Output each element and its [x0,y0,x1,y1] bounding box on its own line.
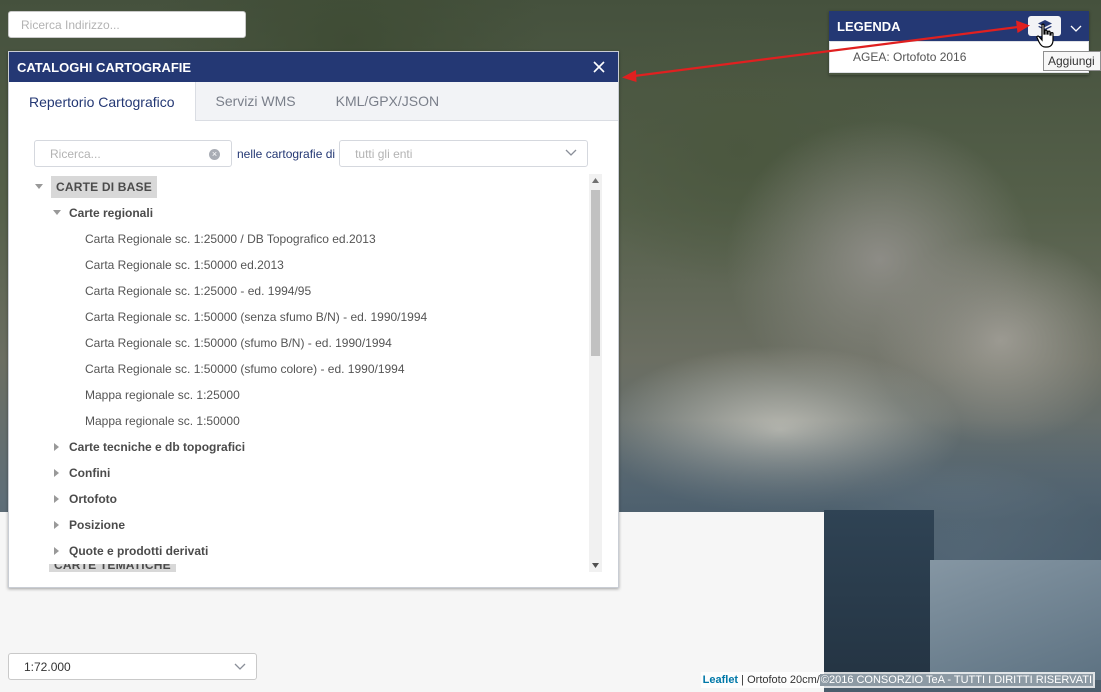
scroll-up-icon[interactable] [589,174,602,187]
catalog-tree: CARTE DI BASE Carte regionali Carta Regi… [27,174,589,572]
caret-right-icon[interactable] [52,546,62,556]
tree-item-label: Carta Regionale sc. 1:50000 (sfumo color… [85,362,405,376]
catalog-search-input[interactable] [35,141,225,166]
ente-filter-value: tutti gli enti [355,146,413,161]
tree-group-collapsed[interactable]: Ortofoto [27,486,589,512]
leaflet-link[interactable]: Leaflet [703,674,738,686]
legend-layer-label: AGEA: Ortofoto 2016 [853,50,967,64]
tree-group-collapsed[interactable]: Quote e prodotti derivati [27,538,589,564]
address-search-input[interactable] [8,11,246,38]
tree-root-label: CARTE TEMATICHE [49,564,176,572]
tab-repertorio-cartografico[interactable]: Repertorio Cartografico [9,82,196,121]
tree-item[interactable]: Carta Regionale sc. 1:50000 (senza sfumo… [27,304,589,330]
add-layer-tooltip: Aggiungi [1043,51,1101,71]
tree-group-collapsed[interactable]: Carte tecniche e db topografici [27,434,589,460]
tree-group-collapsed[interactable]: Confini [27,460,589,486]
tree-item-label: Carta Regionale sc. 1:25000 - ed. 1994/9… [85,284,312,298]
chevron-down-icon[interactable] [1070,21,1082,36]
catalog-filter-row: × nelle cartografie di tutti gli enti [34,140,589,167]
caret-right-icon[interactable] [52,494,62,504]
chevron-down-icon [565,149,577,156]
tree-item-label: Carta Regionale sc. 1:50000 (sfumo B/N) … [85,336,392,350]
catalog-header: CATALOGHI CARTOGRAFIE [9,52,618,82]
tree-item[interactable]: Mappa regionale sc. 1:25000 [27,382,589,408]
filter-label: nelle cartografie di [237,146,336,161]
tree-item[interactable]: Carta Regionale sc. 1:50000 (sfumo B/N) … [27,330,589,356]
tree-group-label: Carte regionali [69,206,154,220]
tree-root-carte-tematiche[interactable]: CARTE TEMATICHE [27,564,589,572]
scale-value: 1:72.000 [24,659,71,674]
catalog-tabs: Repertorio Cartografico Servizi WMS KML/… [9,82,618,121]
hand-cursor-icon [1036,23,1054,48]
caret-down-icon[interactable] [52,208,62,218]
attribution-separator: | [738,674,748,686]
scale-select[interactable]: 1:72.000 [8,653,257,680]
tree-item[interactable]: Carta Regionale sc. 1:50000 ed.2013 [27,252,589,278]
tree-item[interactable]: Carta Regionale sc. 1:25000 / DB Topogra… [27,226,589,252]
tree-group-collapsed[interactable]: Posizione [27,512,589,538]
close-icon[interactable] [590,58,608,76]
tree-item-label: Carta Regionale sc. 1:50000 ed.2013 [85,258,284,272]
map-sea-tile [824,510,934,680]
clear-search-icon[interactable]: × [209,149,220,160]
tree-item[interactable]: Carta Regionale sc. 1:50000 (sfumo color… [27,356,589,382]
tree-item[interactable]: Carta Regionale sc. 1:25000 - ed. 1994/9… [27,278,589,304]
attribution-text: Ortofoto 20cm/ [747,674,820,686]
catalog-title: CATALOGHI CARTOGRAFIE [17,59,192,75]
tree-item-label: Mappa regionale sc. 1:25000 [85,388,240,402]
catalog-panel: CATALOGHI CARTOGRAFIE Repertorio Cartogr… [8,51,619,588]
attribution-credit: ©2016 CONSORZIO TeA - TUTTI I DIRITTI RI… [819,674,1093,686]
tab-kml-gpx-json[interactable]: KML/GPX/JSON [316,82,459,120]
chevron-down-icon [234,663,246,670]
map-attribution: Leaflet | Ortofoto 20cm/ ©2016 CONSORZIO… [700,672,1095,688]
catalog-search-box: × [34,140,232,167]
tree-group-label: Posizione [69,518,126,532]
scroll-down-icon[interactable] [589,559,602,572]
tree-scrollbar[interactable] [589,174,602,572]
tree-item-label: Carta Regionale sc. 1:50000 (senza sfumo… [85,310,428,324]
tree-item-label: Mappa regionale sc. 1:50000 [85,414,240,428]
legend-title: LEGENDA [837,18,901,34]
tree-group-label: Ortofoto [69,492,117,506]
caret-right-icon[interactable] [52,442,62,452]
tab-servizi-wms[interactable]: Servizi WMS [196,82,316,120]
scrollbar-thumb[interactable] [591,190,600,356]
tree-root-label: CARTE DI BASE [51,176,157,198]
ente-filter-select[interactable]: tutti gli enti [339,140,589,167]
tree-item-label: Carta Regionale sc. 1:25000 / DB Topogra… [85,232,376,246]
caret-right-icon[interactable] [52,520,62,530]
tree-root-carte-di-base[interactable]: CARTE DI BASE [27,174,589,200]
tree-group-label: Quote e prodotti derivati [69,544,209,558]
tree-group-carte-regionali[interactable]: Carte regionali [27,200,589,226]
caret-right-icon[interactable] [52,468,62,478]
caret-down-icon[interactable] [34,182,44,192]
map-sea-tile [930,560,1101,680]
tree-group-label: Confini [69,466,111,480]
tree-item[interactable]: Mappa regionale sc. 1:50000 [27,408,589,434]
tree-group-label: Carte tecniche e db topografici [69,440,246,454]
